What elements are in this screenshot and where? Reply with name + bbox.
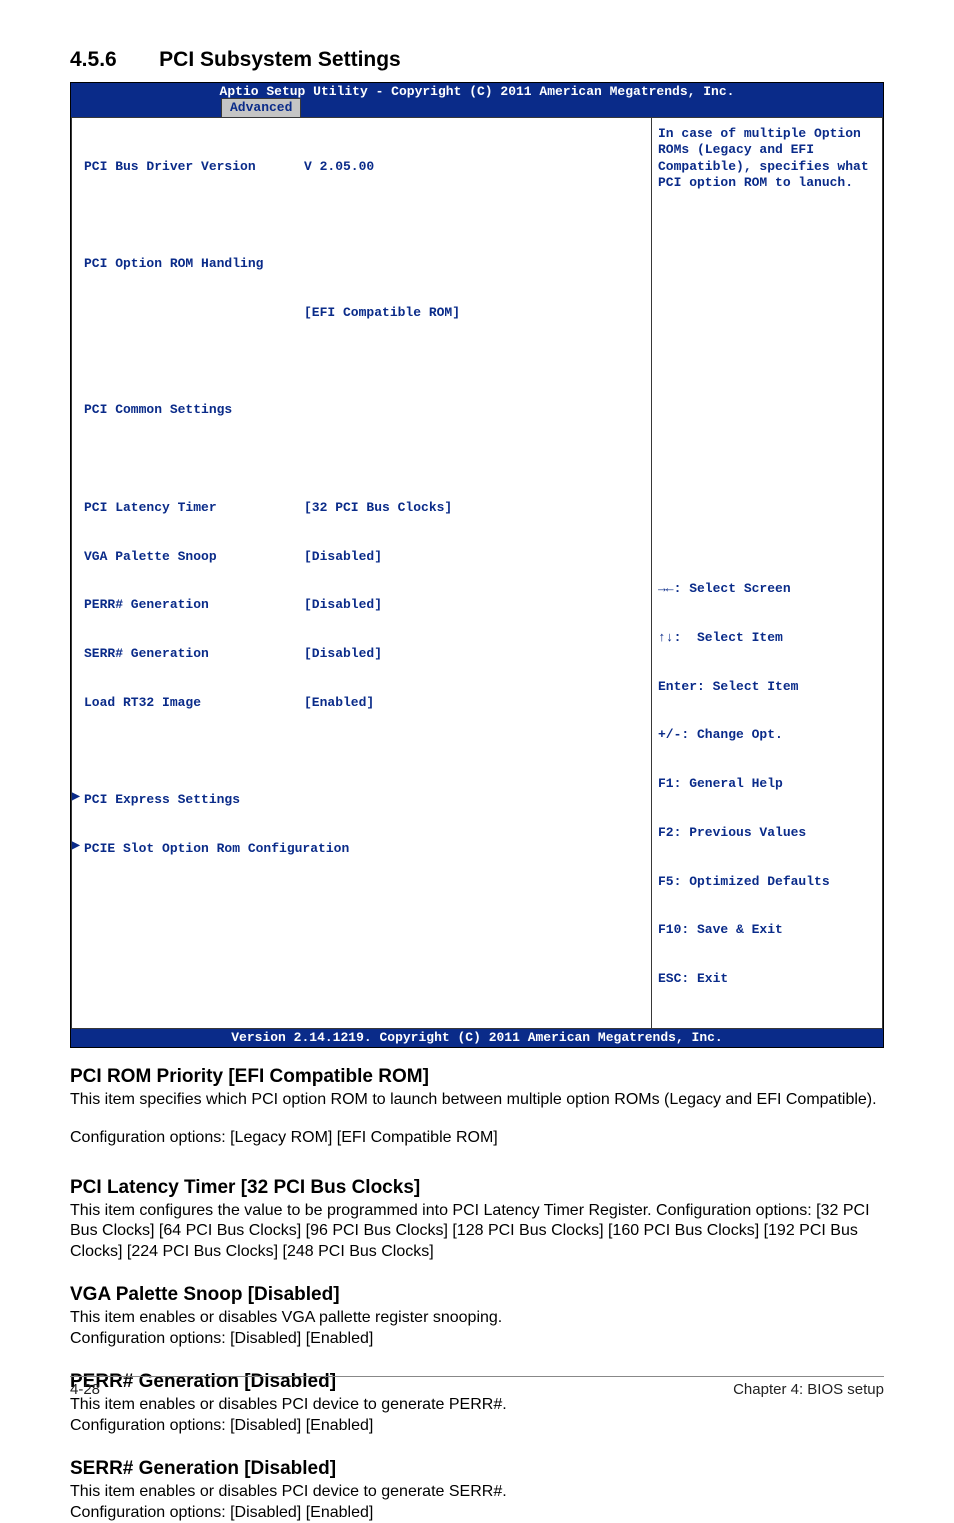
bios-right-pane: In case of multiple Option ROMs (Legacy … — [651, 117, 883, 1029]
row-label[interactable]: SERR# Generation — [84, 646, 304, 662]
page-number: 4-28 — [70, 1381, 100, 1398]
bios-screenshot: Aptio Setup Utility - Copyright (C) 2011… — [70, 82, 884, 1048]
legend-line: ↑↓: Select Item — [658, 630, 876, 646]
doc-paragraph: This item enables or disables PCI device… — [70, 1482, 884, 1523]
row-label: PCI Common Settings — [84, 402, 304, 418]
legend-line: →←: Select Screen — [658, 581, 876, 597]
bios-key-legend: →←: Select Screen ↑↓: Select Item Enter:… — [652, 541, 882, 1028]
doc-paragraph: This item specifies which PCI option ROM… — [70, 1090, 884, 1110]
section-title: PCI Subsystem Settings — [159, 48, 401, 72]
submenu-pci-express[interactable]: PCI Express Settings — [84, 792, 639, 808]
legend-line: F10: Save & Exit — [658, 922, 876, 938]
bios-header: Aptio Setup Utility - Copyright (C) 2011… — [71, 83, 883, 117]
chapter-label: Chapter 4: BIOS setup — [733, 1381, 884, 1398]
submenu-pcie-slot[interactable]: PCIE Slot Option Rom Configuration — [84, 841, 639, 857]
bios-footer: Version 2.14.1219. Copyright (C) 2011 Am… — [71, 1029, 883, 1047]
legend-line: F2: Previous Values — [658, 825, 876, 841]
row-value[interactable]: [Disabled] — [304, 549, 382, 565]
doc-heading: PCI ROM Priority [EFI Compatible ROM] — [70, 1066, 884, 1088]
section-heading: 4.5.6 PCI Subsystem Settings — [70, 48, 884, 72]
doc-heading: PCI Latency Timer [32 PCI Bus Clocks] — [70, 1177, 884, 1199]
legend-line: +/-: Change Opt. — [658, 727, 876, 743]
row-value[interactable]: [32 PCI Bus Clocks] — [304, 500, 452, 516]
bios-left-pane: PCI Bus Driver VersionV 2.05.00 PCI Opti… — [71, 117, 651, 1029]
doc-paragraph: This item enables or disables PCI device… — [70, 1395, 884, 1436]
row-label: PCI Bus Driver Version — [84, 159, 304, 175]
row-label[interactable]: Load RT32 Image — [84, 695, 304, 711]
section-number: 4.5.6 — [70, 48, 117, 72]
legend-line: F5: Optimized Defaults — [658, 874, 876, 890]
row-value[interactable]: [Disabled] — [304, 597, 382, 613]
legend-line: ESC: Exit — [658, 971, 876, 987]
doc-paragraph: This item enables or disables VGA pallet… — [70, 1308, 884, 1349]
row-value[interactable]: [Enabled] — [304, 695, 374, 711]
row-label[interactable]: VGA Palette Snoop — [84, 549, 304, 565]
legend-line: Enter: Select Item — [658, 679, 876, 695]
row-label[interactable]: PCI Latency Timer — [84, 500, 304, 516]
row-value: V 2.05.00 — [304, 159, 374, 175]
doc-paragraph: Configuration options: [Legacy ROM] [EFI… — [70, 1128, 884, 1148]
bios-tab-advanced[interactable]: Advanced — [221, 98, 301, 117]
row-value[interactable]: [Disabled] — [304, 646, 382, 662]
row-value[interactable]: [EFI Compatible ROM] — [304, 305, 460, 321]
bios-header-text: Aptio Setup Utility - Copyright (C) 2011… — [77, 84, 877, 100]
bios-help-text: In case of multiple Option ROMs (Legacy … — [652, 118, 882, 199]
row-label: PCI Option ROM Handling — [84, 256, 304, 272]
legend-line: F1: General Help — [658, 776, 876, 792]
doc-heading: SERR# Generation [Disabled] — [70, 1458, 884, 1480]
row-label-selected[interactable]: PCI ROM Priority — [84, 305, 304, 321]
doc-paragraph: This item configures the value to be pro… — [70, 1201, 884, 1262]
doc-heading: VGA Palette Snoop [Disabled] — [70, 1284, 884, 1306]
row-label[interactable]: PERR# Generation — [84, 597, 304, 613]
page-footer: 4-28 Chapter 4: BIOS setup — [70, 1376, 884, 1398]
